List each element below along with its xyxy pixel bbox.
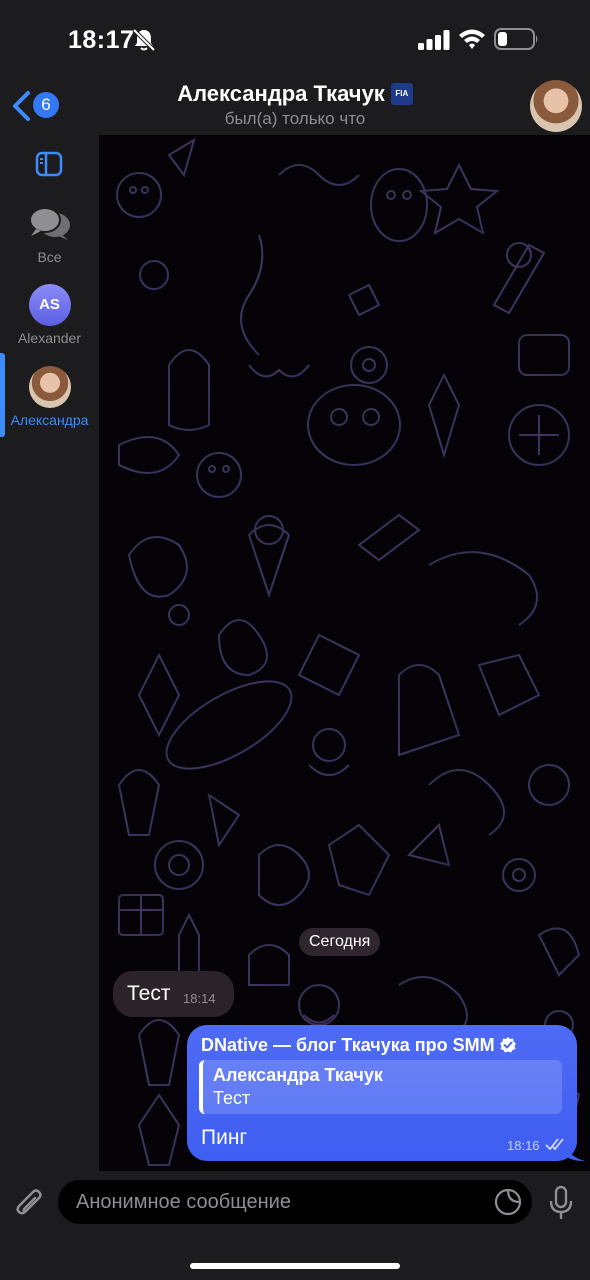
status-bar: 18:17	[0, 0, 590, 80]
unread-count-badge: 6	[33, 92, 59, 118]
chevron-left-icon	[13, 91, 30, 121]
folder-label: Alexander	[17, 330, 82, 346]
message-time: 18:14	[183, 991, 216, 1006]
message-text: Пинг	[201, 1126, 248, 1149]
reply-sender-name: Александра Ткачук	[213, 1065, 383, 1085]
sidebar-toggle-icon[interactable]	[35, 151, 63, 177]
message-text: Тест	[127, 982, 171, 1005]
folder-aleksandra[interactable]: Александра	[0, 366, 99, 428]
status-time: 18:17	[68, 26, 135, 54]
folder-all[interactable]: Все	[0, 205, 99, 265]
fia-badge-icon: FIA	[390, 83, 413, 106]
chat-title[interactable]: Александра Ткачук FIA	[0, 80, 590, 107]
paperclip-icon[interactable]	[14, 1185, 46, 1221]
contact-avatar[interactable]	[530, 80, 582, 132]
chat-area[interactable]: Сегодня Тест 18:14 DNative — блог Ткачук…	[99, 135, 590, 1171]
date-separator: Сегодня	[299, 928, 381, 956]
incoming-message[interactable]: Тест 18:14	[113, 971, 234, 1017]
double-check-icon	[545, 1138, 564, 1151]
chat-title-text: Александра Ткачук	[177, 81, 385, 107]
folder-label: Все	[37, 249, 62, 265]
signal-icon	[418, 30, 450, 50]
sticker-icon[interactable]	[494, 1188, 522, 1216]
outgoing-message[interactable]: DNative — блог Ткачука про SMM Александр…	[187, 1025, 577, 1161]
back-button[interactable]: 6	[8, 84, 64, 128]
battery-icon	[494, 28, 538, 50]
home-indicator	[190, 1263, 400, 1269]
folder-alexander[interactable]: AS Alexander	[0, 284, 99, 346]
verified-icon	[499, 1037, 516, 1053]
avatar	[28, 366, 71, 408]
folder-label: Александра	[10, 412, 89, 428]
message-input-bar	[0, 1171, 590, 1280]
folder-sidebar: Все AS Alexander Александра	[0, 135, 99, 1171]
chats-icon	[28, 207, 70, 240]
forward-sender[interactable]: DNative — блог Ткачука про SMM	[201, 1035, 517, 1056]
bubble-tail	[567, 1145, 585, 1161]
forward-sender-name: DNative — блог Ткачука про SMM	[201, 1035, 495, 1055]
chat-header: Александра Ткачук FIA был(а) только что 6	[0, 80, 590, 135]
wifi-icon	[459, 29, 485, 49]
avatar: AS	[28, 284, 71, 326]
microphone-icon[interactable]	[548, 1185, 574, 1221]
reply-quote[interactable]: Александра Ткачук Тест	[199, 1060, 562, 1114]
bell-slash-icon	[133, 28, 155, 52]
message-input[interactable]	[58, 1180, 532, 1224]
chat-status: был(а) только что	[224, 109, 366, 128]
message-time: 18:16	[507, 1138, 540, 1153]
reply-text: Тест	[213, 1088, 251, 1108]
